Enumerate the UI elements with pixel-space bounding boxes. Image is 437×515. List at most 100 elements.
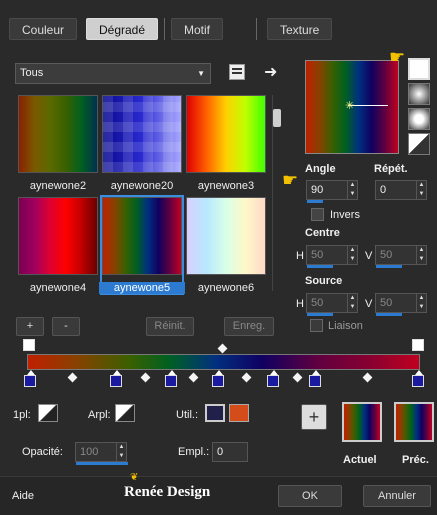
source-h-slider[interactable] — [307, 313, 333, 316]
color-stop[interactable] — [212, 370, 224, 387]
color-midpoint[interactable] — [140, 372, 151, 383]
color-stop[interactable] — [24, 370, 36, 387]
source-h-input[interactable]: 50 ▲ ▼ — [306, 293, 358, 316]
empl-input[interactable]: 0 — [212, 442, 248, 462]
butterfly-icon: ❦ — [130, 472, 139, 483]
color-stop[interactable] — [267, 370, 279, 387]
color-stop[interactable] — [412, 370, 424, 387]
color-stop[interactable] — [309, 370, 321, 387]
opacity-input[interactable]: 100 ▲ ▼ — [75, 442, 128, 465]
empl-label: Empl.: — [178, 446, 210, 458]
thumb-label: aynewone3 — [197, 180, 255, 192]
color-midpoint[interactable] — [67, 372, 78, 383]
first-plane-label: 1pl: — [13, 409, 31, 421]
opacity-label: Opacité: — [22, 446, 63, 458]
spinner-arrows-icon[interactable]: ▲ ▼ — [416, 246, 426, 264]
color-midpoint[interactable] — [292, 372, 303, 383]
opacity-value: 100 — [80, 446, 99, 458]
reset-button[interactable]: Réinit. — [146, 317, 194, 336]
gradient-thumb[interactable] — [18, 197, 98, 275]
link-checkbox[interactable] — [310, 319, 323, 332]
gradient-thumb[interactable] — [186, 95, 266, 173]
thumb-label: aynewone6 — [197, 282, 255, 294]
spinner-arrows-icon[interactable]: ▲ ▼ — [416, 181, 426, 199]
color-stop[interactable] — [165, 370, 177, 387]
arrier-plane-label: Arpl: — [88, 409, 111, 421]
center-h-slider[interactable] — [307, 265, 333, 268]
center-v-value: 50 — [380, 249, 393, 261]
angle-input[interactable]: 90 ▲ ▼ — [306, 180, 358, 203]
opacity-midpoint[interactable] — [217, 343, 228, 354]
background-plane-icon[interactable] — [115, 404, 135, 422]
gradient-thumb[interactable] — [18, 95, 98, 173]
ok-button[interactable]: OK — [278, 485, 342, 507]
gradient-bar[interactable] — [27, 354, 420, 370]
pointer-hand-icon: ☛ — [389, 47, 406, 67]
spinner-arrows-icon[interactable]: ▲ ▼ — [347, 181, 357, 199]
color-midpoint[interactable] — [188, 372, 199, 383]
opacity-stop[interactable] — [412, 339, 424, 351]
opacity-slider[interactable] — [76, 462, 128, 465]
source-v-slider[interactable] — [376, 313, 402, 316]
source-h-label: H — [296, 298, 304, 310]
add-gradient-button[interactable]: + — [16, 317, 44, 336]
scrollbar-thumb[interactable] — [273, 109, 281, 127]
tab-couleur[interactable]: Couleur — [9, 18, 78, 40]
source-h-value: 50 — [311, 297, 324, 309]
gradient-thumb[interactable] — [186, 197, 266, 275]
previous-preview[interactable] — [394, 402, 434, 442]
thumb-label-selected: aynewone5 — [99, 282, 185, 294]
tab-motif[interactable]: Motif — [171, 18, 224, 40]
current-preview — [342, 402, 382, 442]
center-star-icon[interactable]: ✳ — [345, 99, 354, 112]
thumb-label: aynewone2 — [29, 180, 87, 192]
rectangular-style-icon[interactable] — [408, 108, 430, 130]
invert-checkbox[interactable] — [311, 208, 324, 221]
category-dropdown-value: Tous — [20, 67, 44, 79]
center-h-input[interactable]: 50 ▲ ▼ — [306, 245, 358, 268]
gradient-thumb[interactable] — [102, 95, 182, 173]
gradient-thumb-selected[interactable] — [102, 197, 182, 275]
spinner-arrows-icon[interactable]: ▲ ▼ — [416, 294, 426, 312]
current-label: Actuel — [343, 454, 377, 466]
repeat-input[interactable]: 0 ▲ ▼ — [375, 180, 427, 200]
angle-slider[interactable] — [307, 200, 323, 203]
linear-style-icon[interactable] — [408, 58, 430, 80]
spinner-arrows-icon[interactable]: ▲ ▼ — [116, 443, 126, 461]
repeat-value: 0 — [380, 184, 387, 196]
color-stop[interactable] — [110, 370, 122, 387]
invert-label: Invers — [330, 209, 360, 221]
first-plane-icon[interactable] — [38, 404, 58, 422]
gradient-editor-icon[interactable] — [229, 64, 245, 80]
empl-value: 0 — [217, 446, 224, 458]
source-v-label: V — [365, 298, 373, 310]
util-color-orange[interactable] — [229, 404, 249, 422]
sunburst-style-icon[interactable] — [408, 133, 430, 155]
save-button[interactable]: Enreg. — [224, 317, 274, 336]
spinner-arrows-icon[interactable]: ▲ ▼ — [347, 294, 357, 312]
brand-watermark: Renée Design — [124, 484, 211, 500]
category-dropdown[interactable]: Tous ▼ — [15, 63, 211, 84]
center-v-input[interactable]: 50 ▲ ▼ — [375, 245, 427, 268]
center-v-slider[interactable] — [376, 265, 402, 268]
gradient-preview[interactable]: ✳ — [305, 60, 399, 154]
help-button[interactable]: Aide — [12, 490, 34, 502]
color-midpoint[interactable] — [241, 372, 252, 383]
cancel-button[interactable]: Annuler — [363, 485, 431, 507]
color-midpoint[interactable] — [362, 372, 373, 383]
center-label: Centre — [305, 227, 340, 239]
source-v-input[interactable]: 50 ▲ ▼ — [375, 293, 427, 316]
plus-button[interactable]: + — [301, 404, 327, 430]
pointer-hand-icon: ☛ — [282, 170, 299, 190]
remove-gradient-button[interactable]: - — [52, 317, 80, 336]
util-color-dark[interactable] — [205, 404, 225, 422]
spinner-arrows-icon[interactable]: ▲ ▼ — [347, 246, 357, 264]
tab-separator — [256, 18, 257, 40]
arrow-right-icon[interactable]: ➜ — [264, 62, 277, 82]
tab-degrade[interactable]: Dégradé — [86, 18, 159, 40]
radial-style-icon[interactable] — [408, 83, 430, 105]
thumb-label: aynewone4 — [29, 282, 87, 294]
center-h-label: H — [296, 250, 304, 262]
opacity-stop[interactable] — [23, 339, 35, 351]
tab-texture[interactable]: Texture — [267, 18, 333, 40]
